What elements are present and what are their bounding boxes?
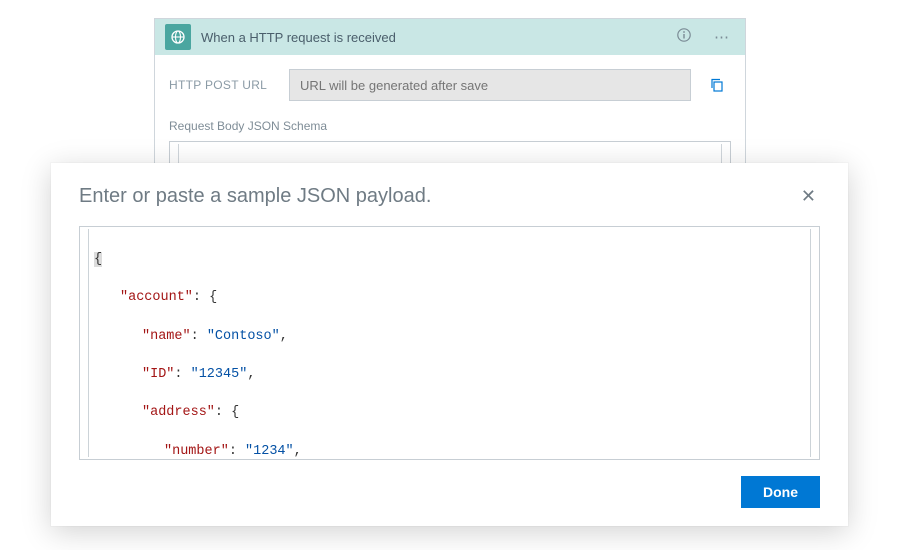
trigger-title: When a HTTP request is received xyxy=(201,30,660,45)
copy-button[interactable] xyxy=(703,71,731,99)
trigger-header: When a HTTP request is received ⋯ xyxy=(155,19,745,55)
done-button[interactable]: Done xyxy=(741,476,820,508)
url-input[interactable] xyxy=(289,69,691,101)
close-icon[interactable]: ✕ xyxy=(797,185,820,207)
schema-label: Request Body JSON Schema xyxy=(169,119,731,133)
json-open-brace: { xyxy=(94,252,102,267)
modal-footer: Done xyxy=(79,476,820,508)
sample-payload-modal: Enter or paste a sample JSON payload. ✕ … xyxy=(51,163,848,526)
more-icon[interactable]: ⋯ xyxy=(708,26,735,48)
json-editor[interactable]: { "account": { "name": "Contoso", "ID": … xyxy=(79,226,820,460)
modal-header: Enter or paste a sample JSON payload. ✕ xyxy=(79,185,820,208)
http-trigger-icon xyxy=(165,24,191,50)
modal-title: Enter or paste a sample JSON payload. xyxy=(79,185,431,208)
url-row: HTTP POST URL xyxy=(169,69,731,101)
url-label: HTTP POST URL xyxy=(169,78,277,92)
info-icon[interactable] xyxy=(670,25,698,49)
